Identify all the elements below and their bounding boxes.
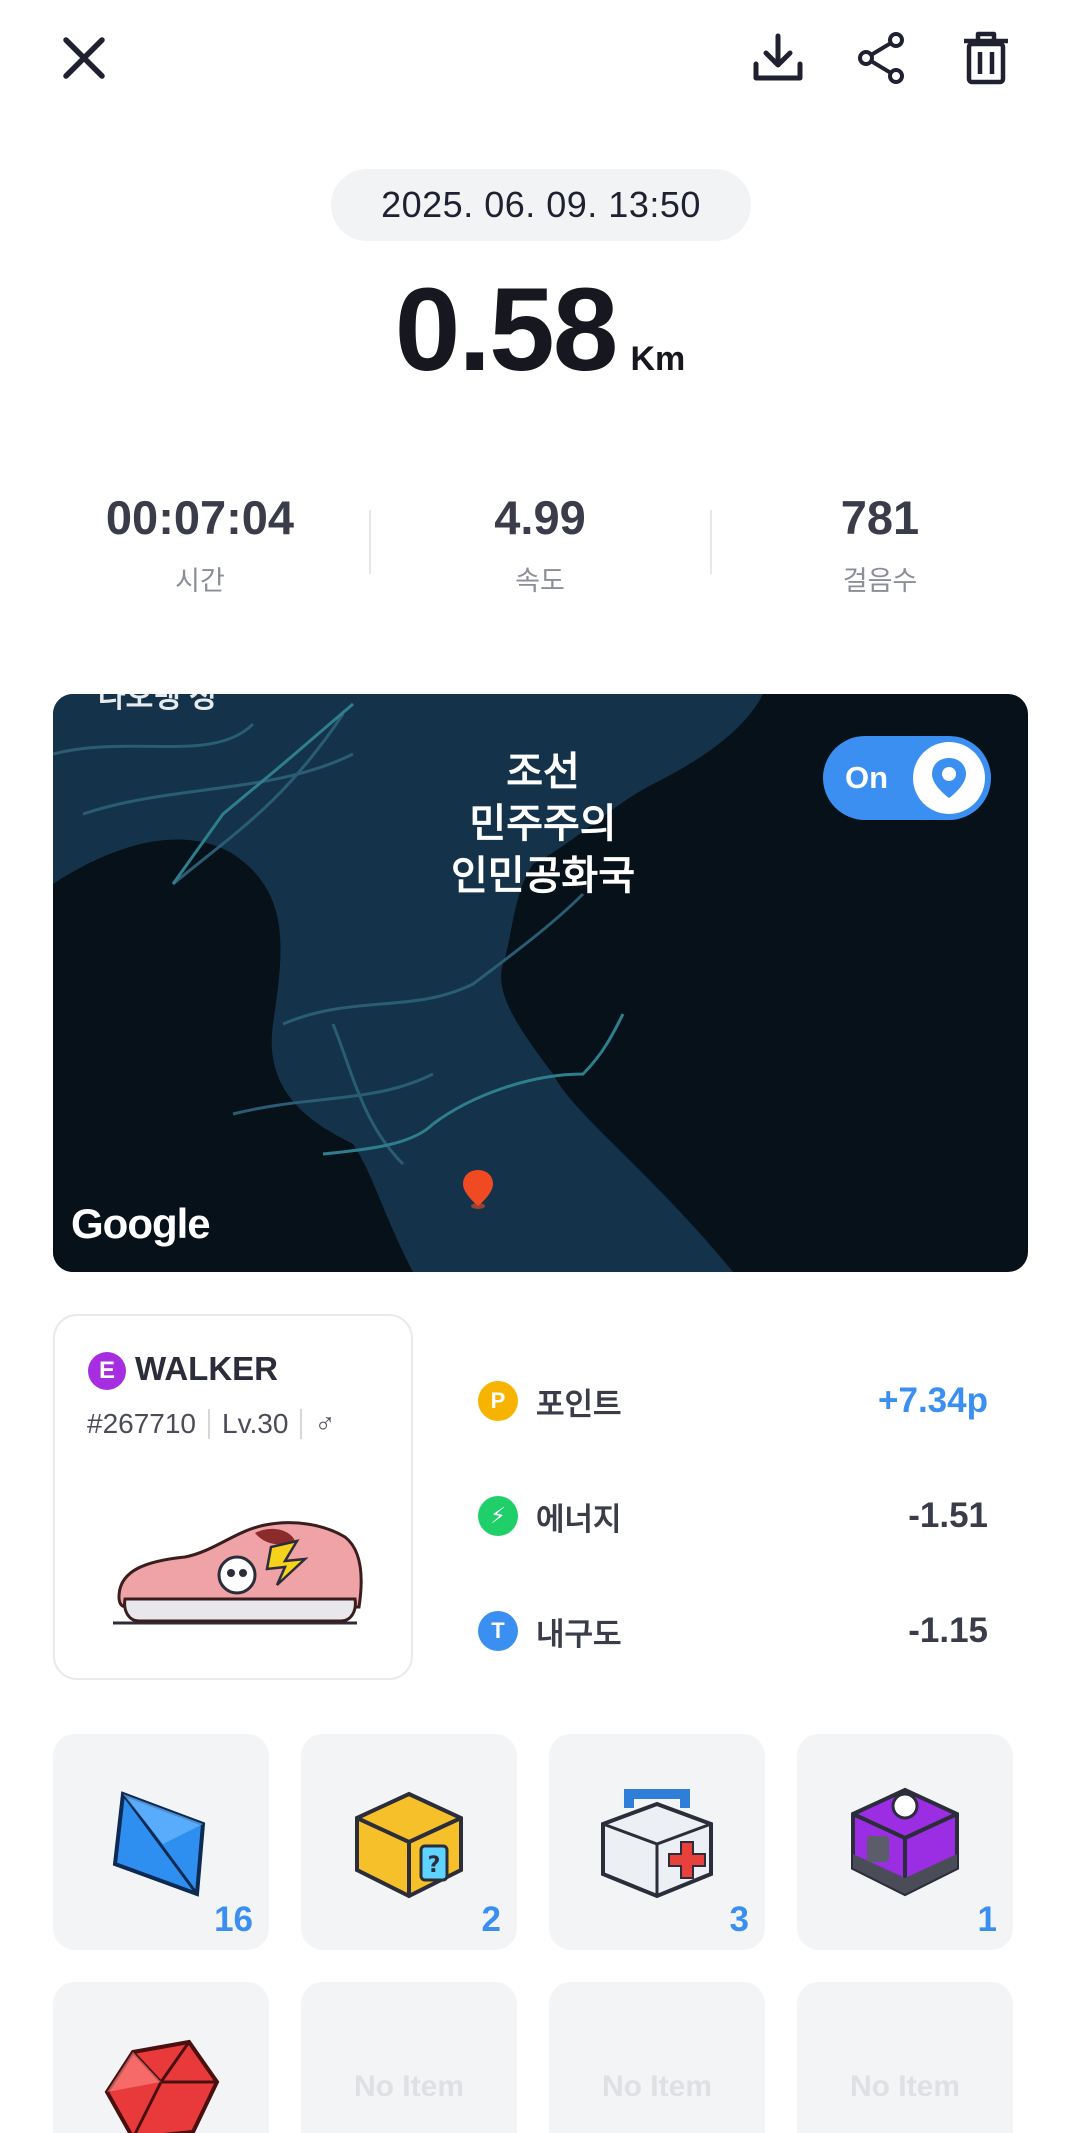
red-gem-icon: [104, 2039, 220, 2133]
stat-divider: [369, 510, 371, 574]
empty-slot-label: No Item: [353, 2070, 464, 2103]
map-country-label: 조선 민주주의 인민공화국: [393, 746, 693, 902]
distance-unit: Km: [630, 340, 686, 378]
reward-points: P 포인트 +7.34p: [478, 1371, 988, 1431]
blue-crystal-icon: [112, 1791, 206, 1897]
mystery-box-yellow-icon: ?: [355, 1791, 463, 1899]
stat-time: 00:07:04 시간: [30, 490, 370, 598]
item-slot[interactable]: 16: [53, 1734, 269, 1950]
close-button[interactable]: [48, 22, 120, 94]
delete-button[interactable]: [950, 22, 1022, 94]
reward-energy: ⚡ 에너지 -1.51: [478, 1486, 988, 1546]
stat-speed: 4.99 속도: [370, 490, 710, 598]
location-pin-icon: [913, 742, 985, 814]
points-icon: P: [478, 1381, 518, 1421]
route-map[interactable]: 나오뱅 성 조선 민주주의 인민공화국 On Google: [53, 694, 1028, 1272]
map-country-label-line2: 민주주의: [469, 802, 617, 846]
stat-divider: [710, 510, 712, 574]
reward-energy-value: -1.51: [908, 1496, 988, 1535]
stats-row: 00:07:04 시간 4.99 속도 781 걸음수: [0, 490, 1080, 605]
sneaker-meta: #267710 Lv.30 ♂: [87, 1408, 335, 1440]
stat-speed-label: 속도: [515, 566, 565, 596]
item-count: 3: [729, 1900, 749, 1939]
location-toggle-label: On: [845, 760, 889, 795]
share-icon: [858, 32, 904, 84]
map-place-label: 나오뱅 성: [98, 694, 217, 714]
stat-steps-value: 781: [840, 491, 920, 544]
gender-icon: ♂: [314, 1408, 336, 1439]
item-slot[interactable]: ? 2: [301, 1734, 517, 1950]
durability-icon: T: [478, 1611, 518, 1651]
svg-text:?: ?: [428, 1853, 441, 1878]
meta-divider: [208, 1409, 211, 1439]
item-slot[interactable]: [53, 1982, 269, 2133]
item-slot-empty: No Item: [797, 1982, 1013, 2133]
distance-display: 0.58 Km: [0, 262, 1080, 398]
trash-icon: [964, 31, 1008, 85]
meta-divider: [300, 1409, 303, 1439]
route-marker-icon: [463, 1170, 493, 1209]
repair-kit-icon: [601, 1789, 713, 1899]
item-count: 2: [481, 1900, 501, 1939]
reward-points-label: 포인트: [536, 1386, 622, 1422]
sneaker-type: WALKER: [135, 1350, 278, 1387]
stat-speed-value: 4.99: [494, 491, 586, 544]
reward-durability: T 내구도 -1.15: [478, 1601, 988, 1661]
sneaker-level: Lv.30: [222, 1408, 289, 1439]
energy-icon: ⚡: [478, 1496, 518, 1536]
item-slot-empty: No Item: [549, 1982, 765, 2133]
sneaker-id: #267710: [87, 1408, 197, 1439]
stat-steps-label: 걸음수: [842, 566, 918, 596]
mystery-box-purple-icon: [851, 1787, 959, 1897]
reward-energy-label: 에너지: [536, 1501, 622, 1537]
empty-slot-label: No Item: [601, 2070, 712, 2103]
map-country-label-line3: 인민공화국: [451, 854, 635, 898]
share-button[interactable]: [846, 22, 918, 94]
download-icon: [753, 33, 803, 81]
item-count: 1: [977, 1900, 997, 1939]
stat-steps: 781 걸음수: [710, 490, 1050, 598]
item-slot[interactable]: 1: [797, 1734, 1013, 1950]
distance-value: 0.58: [394, 264, 619, 396]
map-country-label-line1: 조선: [506, 750, 580, 794]
google-attribution: Google: [71, 1200, 211, 1247]
sneaker-image: [113, 1521, 363, 1625]
download-button[interactable]: [742, 22, 814, 94]
reward-points-value: +7.34p: [878, 1381, 988, 1420]
grade-badge: E: [88, 1352, 126, 1390]
stat-time-value: 00:07:04: [105, 491, 295, 544]
reward-durability-value: -1.15: [908, 1611, 988, 1650]
item-count: 16: [214, 1900, 253, 1939]
item-slot-empty: No Item: [301, 1982, 517, 2133]
stat-time-label: 시간: [175, 566, 225, 596]
reward-durability-label: 내구도: [536, 1616, 622, 1652]
session-datetime: 2025. 06. 09. 13:50: [331, 169, 751, 241]
location-toggle[interactable]: On: [823, 736, 991, 820]
close-icon: [63, 37, 105, 79]
sneaker-card[interactable]: E WALKER #267710 Lv.30 ♂: [53, 1314, 413, 1680]
empty-slot-label: No Item: [849, 2070, 960, 2103]
item-slot[interactable]: 3: [549, 1734, 765, 1950]
